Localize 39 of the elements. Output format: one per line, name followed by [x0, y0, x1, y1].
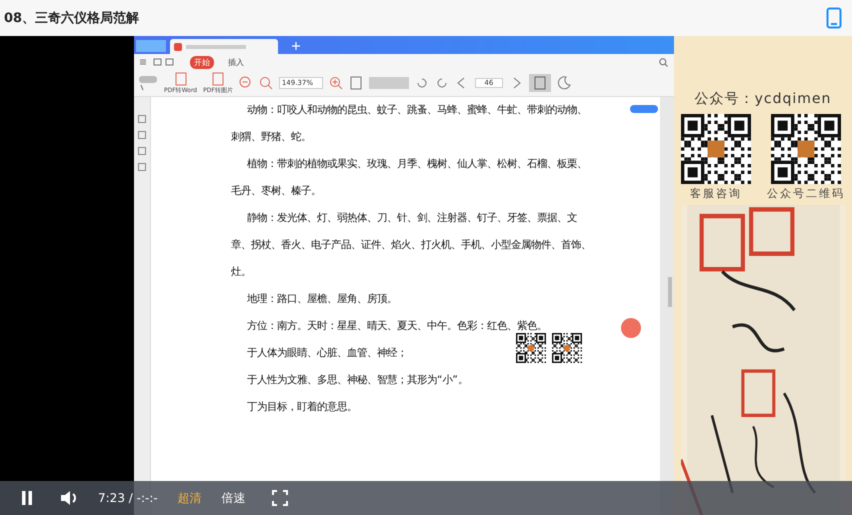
layout-icon[interactable] [528, 74, 551, 92]
paragraph: 静物：发光体、灯、弱热体、刀、针、剑、注射器、钉子、牙签、票据、文章、拐杖、香火、电子产品、证件、焰火、打火机、手机、小型金属物件、首饰、灶。 [231, 211, 592, 280]
speed-button[interactable]: 倍速 [222, 490, 246, 506]
rotate-icon[interactable] [434, 76, 449, 90]
paragraph: 于人性为文雅、多思、神秘、智慧；其形为“小”。 [246, 373, 468, 388]
video-title: 08、三奇六仪格局范解 [4, 10, 140, 27]
paragraph: 丁为目标，盯着的意思。 [246, 400, 357, 415]
pause-icon[interactable] [20, 490, 34, 506]
convert-icon[interactable] [174, 72, 188, 86]
zoom-in-icon[interactable] [328, 76, 343, 90]
menu-tab[interactable]: 开始 [190, 56, 214, 68]
qr-caption: 公众号二维码 [767, 186, 845, 201]
moon-icon[interactable] [556, 76, 571, 90]
plus-icon[interactable] [292, 42, 300, 50]
pdf-icon [174, 42, 182, 50]
search-icon[interactable] [258, 76, 273, 90]
paragraph: 植物：带刺的植物或果实、玫瑰、月季、槐树、仙人掌、松树、石榴、板栗、毛丹、枣树、榛子。 [231, 157, 588, 199]
account-label: 公众号：ycdqimen [694, 90, 832, 108]
playback-time: 7:23 / -:-:- [98, 491, 158, 505]
floating-button[interactable] [630, 105, 658, 113]
paragraph: 方位：南方。天时：星星、晴天、夏天、中午。色彩：红色、紫色。 [246, 319, 547, 334]
floating-button[interactable] [621, 318, 641, 338]
page-icon[interactable] [348, 76, 363, 90]
phone-icon[interactable] [826, 7, 842, 29]
convert-icon[interactable] [210, 72, 225, 86]
zoom-out-icon[interactable] [238, 76, 253, 90]
paragraph: 地理：路口、屋檐、屋角、房顶。 [246, 292, 397, 307]
qr-code [552, 333, 582, 363]
paragraph: 动物：叮咬人和动物的昆虫、蚊子、跳蚤、马蜂、蜜蜂、牛虻、带刺的动物、刺猬、野猪、蛇。 [231, 103, 588, 145]
search-icon[interactable] [659, 58, 668, 66]
qr-code [516, 333, 546, 363]
menu-tab[interactable]: 插入 [224, 56, 248, 68]
document-tab[interactable] [170, 39, 278, 54]
qr-code [681, 114, 751, 184]
paragraph: 于人体为眼睛、心脏、血管、神经； [246, 346, 407, 361]
qr-code [771, 114, 841, 184]
qr-caption: 客服咨询 [690, 186, 742, 201]
rotate-icon[interactable] [414, 76, 429, 90]
fullscreen-icon[interactable] [272, 490, 288, 506]
